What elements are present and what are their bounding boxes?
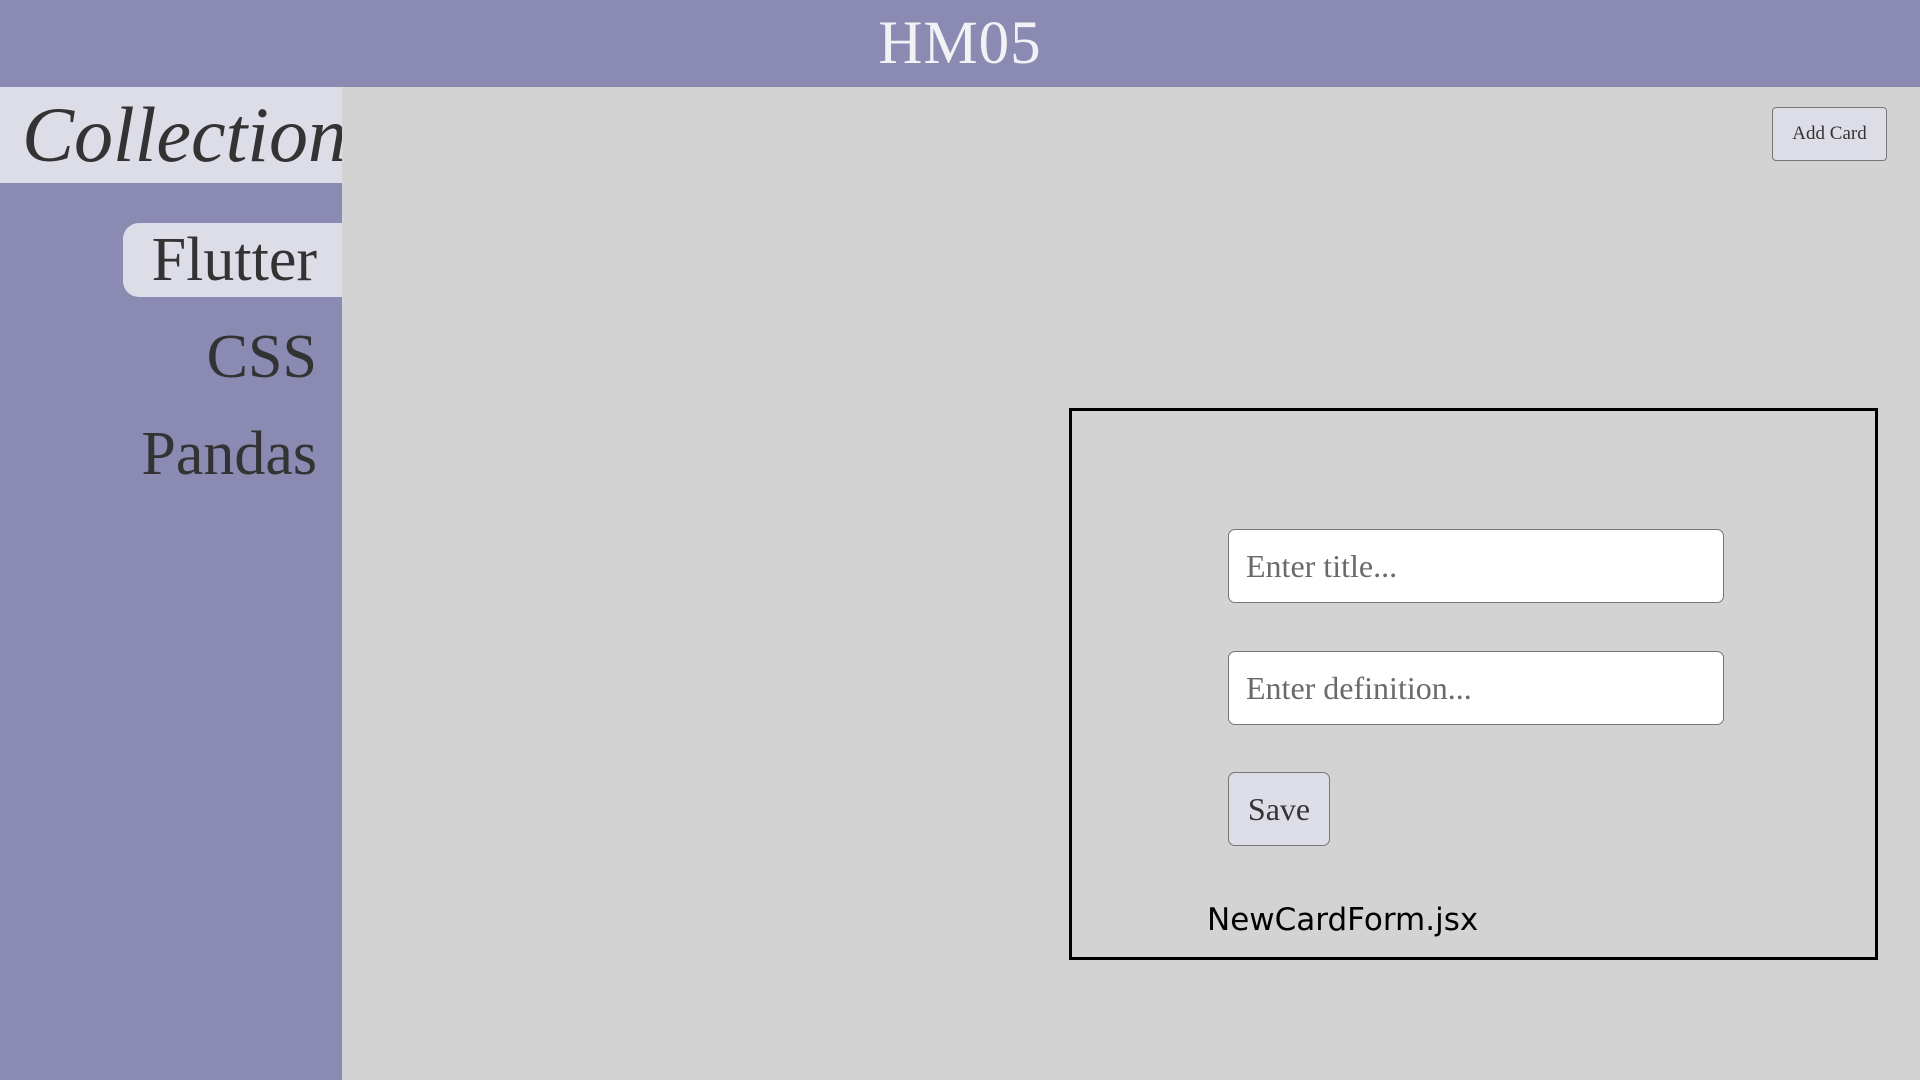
sidebar-item-pandas[interactable]: Pandas (123, 417, 342, 491)
app-header: HM05 (0, 0, 1920, 87)
sidebar-item-flutter[interactable]: Flutter (123, 223, 342, 297)
new-card-form: Save NewCardForm.jsx (1069, 408, 1878, 960)
sidebar-title: Collections (22, 91, 378, 178)
definition-input[interactable] (1228, 651, 1724, 725)
save-button[interactable]: Save (1228, 772, 1330, 846)
sidebar-item-label: CSS (206, 322, 317, 391)
title-input[interactable] (1228, 529, 1724, 603)
sidebar-item-label: Pandas (141, 419, 317, 488)
sidebar: Collections Flutter CSS Pandas (0, 87, 377, 1080)
main-content: Add Card Save NewCardForm.jsx (342, 87, 1920, 1080)
sidebar-item-label: Flutter (151, 225, 317, 294)
component-file-label: NewCardForm.jsx (1207, 902, 1479, 938)
add-card-button[interactable]: Add Card (1772, 107, 1887, 161)
app-title: HM05 (878, 9, 1042, 77)
sidebar-header: Collections (0, 87, 377, 183)
sidebar-item-css[interactable]: CSS (123, 320, 342, 394)
